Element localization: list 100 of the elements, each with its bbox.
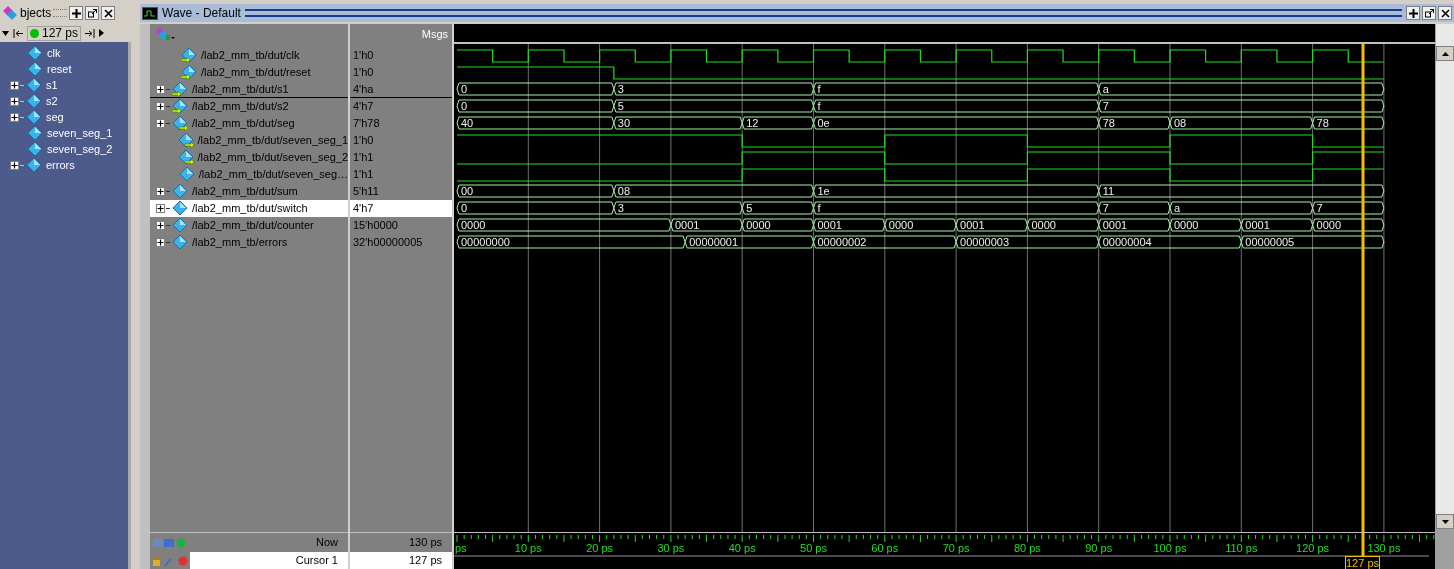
object-row[interactable]: errors xyxy=(0,157,128,173)
cursor-value: 127 ps xyxy=(408,553,442,569)
bus-value: 0001 xyxy=(817,219,842,231)
drag-grip[interactable] xyxy=(244,9,1402,17)
bus-value: 40 xyxy=(461,117,474,129)
object-name[interactable]: reset xyxy=(47,60,72,78)
time-label: 110 ps xyxy=(1225,542,1258,554)
time-label: 60 ps xyxy=(871,542,899,554)
expand-toggle[interactable] xyxy=(156,84,165,94)
signal-name: /lab2_mm_tb/dut/sum xyxy=(192,184,298,200)
signal-name: /lab2_mm_tb/errors xyxy=(192,235,288,251)
drag-grip[interactable] xyxy=(53,9,68,17)
signal-value: 4'h7 xyxy=(353,99,374,115)
bus-value: 12 xyxy=(746,117,759,129)
vertical-scrollbar[interactable] xyxy=(1435,24,1454,569)
bus-value: a xyxy=(1102,83,1109,95)
time-label: 120 ps xyxy=(1296,542,1330,554)
object-row[interactable]: seg xyxy=(0,109,128,125)
signal-diamond-icon xyxy=(25,77,43,93)
expand-toggle[interactable] xyxy=(156,119,165,128)
object-row[interactable]: s1 xyxy=(0,77,128,93)
object-name[interactable]: seven_seg_1 xyxy=(47,124,113,142)
signal-name: /lab2_mm_tb/dut/seven_seg… xyxy=(198,167,348,183)
object-name[interactable]: seg xyxy=(46,108,64,126)
bus-value: 1e xyxy=(817,185,830,197)
scroll-down-button[interactable] xyxy=(1436,514,1454,529)
close-button[interactable] xyxy=(1438,6,1452,20)
time-label: 10 ps xyxy=(514,542,542,554)
panel-title: bjects xyxy=(20,5,52,22)
dock-button[interactable] xyxy=(1406,6,1420,20)
object-name[interactable]: s2 xyxy=(46,92,58,110)
bus-value: 0001 xyxy=(1245,219,1270,231)
expand-toggle[interactable] xyxy=(10,112,19,122)
signal-value: 4'h7 xyxy=(353,201,374,217)
time-label: 30 ps xyxy=(657,542,685,554)
signal-row[interactable]: /lab2_mm_tb/dut/s1 xyxy=(150,81,348,98)
signal-value: 1'h0 xyxy=(353,48,374,64)
time-field[interactable]: 127 ps xyxy=(27,25,82,41)
now-label: Now xyxy=(316,535,339,551)
time-label: 20 ps xyxy=(586,542,614,554)
object-name[interactable]: errors xyxy=(46,156,75,174)
undock-button[interactable] xyxy=(1422,6,1436,20)
time-label: 50 ps xyxy=(800,542,827,554)
bus-value: 7 xyxy=(1102,202,1109,214)
bus-value: 3 xyxy=(617,202,624,214)
signal-name: /lab2_mm_tb/dut/reset xyxy=(201,65,311,81)
bus-value: 3 xyxy=(617,83,624,95)
expand-toggle[interactable] xyxy=(156,187,165,196)
bus-value: 0001 xyxy=(1102,219,1128,231)
step-forward-icon[interactable] xyxy=(83,26,98,40)
signal-name: /lab2_mm_tb/dut/switch xyxy=(192,201,308,217)
bus-value: 30 xyxy=(617,117,631,129)
object-name[interactable]: seven_seg_2 xyxy=(47,140,113,158)
close-button[interactable] xyxy=(101,6,116,20)
step-back-icon[interactable] xyxy=(11,26,25,40)
dock-button[interactable] xyxy=(69,6,84,20)
object-row[interactable]: clk xyxy=(0,45,128,61)
expand-toggle[interactable] xyxy=(10,96,19,106)
window-title: Wave - Default xyxy=(162,5,241,22)
bus-value: 0e xyxy=(817,117,830,129)
expand-toggle[interactable] xyxy=(156,221,165,230)
object-row[interactable]: seven_seg_2 xyxy=(0,141,128,157)
signal-name: /lab2_mm_tb/dut/seven_seg_2 xyxy=(197,150,348,166)
wave-window-icon xyxy=(142,6,158,20)
object-row[interactable]: seven_seg_1 xyxy=(0,125,128,141)
time-label: 130 ps xyxy=(1367,542,1401,554)
bus-value: 11 xyxy=(1102,185,1115,197)
expand-toggle[interactable] xyxy=(156,238,165,247)
signal-value: 4'ha xyxy=(353,81,374,97)
bus-value: 0000 xyxy=(1316,219,1342,231)
undock-button[interactable] xyxy=(85,6,100,20)
object-row[interactable]: reset xyxy=(0,61,128,77)
object-name[interactable]: clk xyxy=(47,44,61,62)
object-row[interactable]: s2 xyxy=(0,93,128,109)
bus-value: 0 xyxy=(461,202,468,214)
expand-toggle[interactable] xyxy=(10,160,19,170)
bus-value: 08 xyxy=(617,185,631,197)
bus-value: 7 xyxy=(1102,100,1109,112)
now-value: 130 ps xyxy=(408,535,442,551)
signal-name: /lab2_mm_tb/dut/s2 xyxy=(192,99,289,115)
object-name[interactable]: s1 xyxy=(46,76,58,94)
arrow-up-icon xyxy=(1441,51,1449,56)
menu-caret-icon[interactable] xyxy=(2,30,9,36)
time-label: ps xyxy=(455,542,467,554)
bus-value: 7 xyxy=(1316,202,1323,214)
expand-toggle[interactable] xyxy=(156,102,165,111)
bus-value: 00000005 xyxy=(1245,236,1295,248)
signal-value: 15'h0000 xyxy=(353,218,398,234)
cursor-marker[interactable]: 127 ps xyxy=(1345,556,1380,569)
scroll-right-icon[interactable] xyxy=(99,29,105,37)
time-label: 90 ps xyxy=(1085,542,1113,554)
cursor-line[interactable] xyxy=(1361,44,1365,532)
bus-value: 78 xyxy=(1102,117,1115,129)
expand-toggle[interactable] xyxy=(156,204,165,213)
signal-row[interactable]: /lab2_mm_tb/dut/switch xyxy=(150,200,348,217)
signal-name: /lab2_mm_tb/dut/counter xyxy=(192,218,314,234)
bus-value: 0001 xyxy=(674,219,700,231)
signal-value: 1'h1 xyxy=(353,150,374,166)
scroll-up-button[interactable] xyxy=(1436,46,1454,61)
expand-toggle[interactable] xyxy=(10,80,19,90)
